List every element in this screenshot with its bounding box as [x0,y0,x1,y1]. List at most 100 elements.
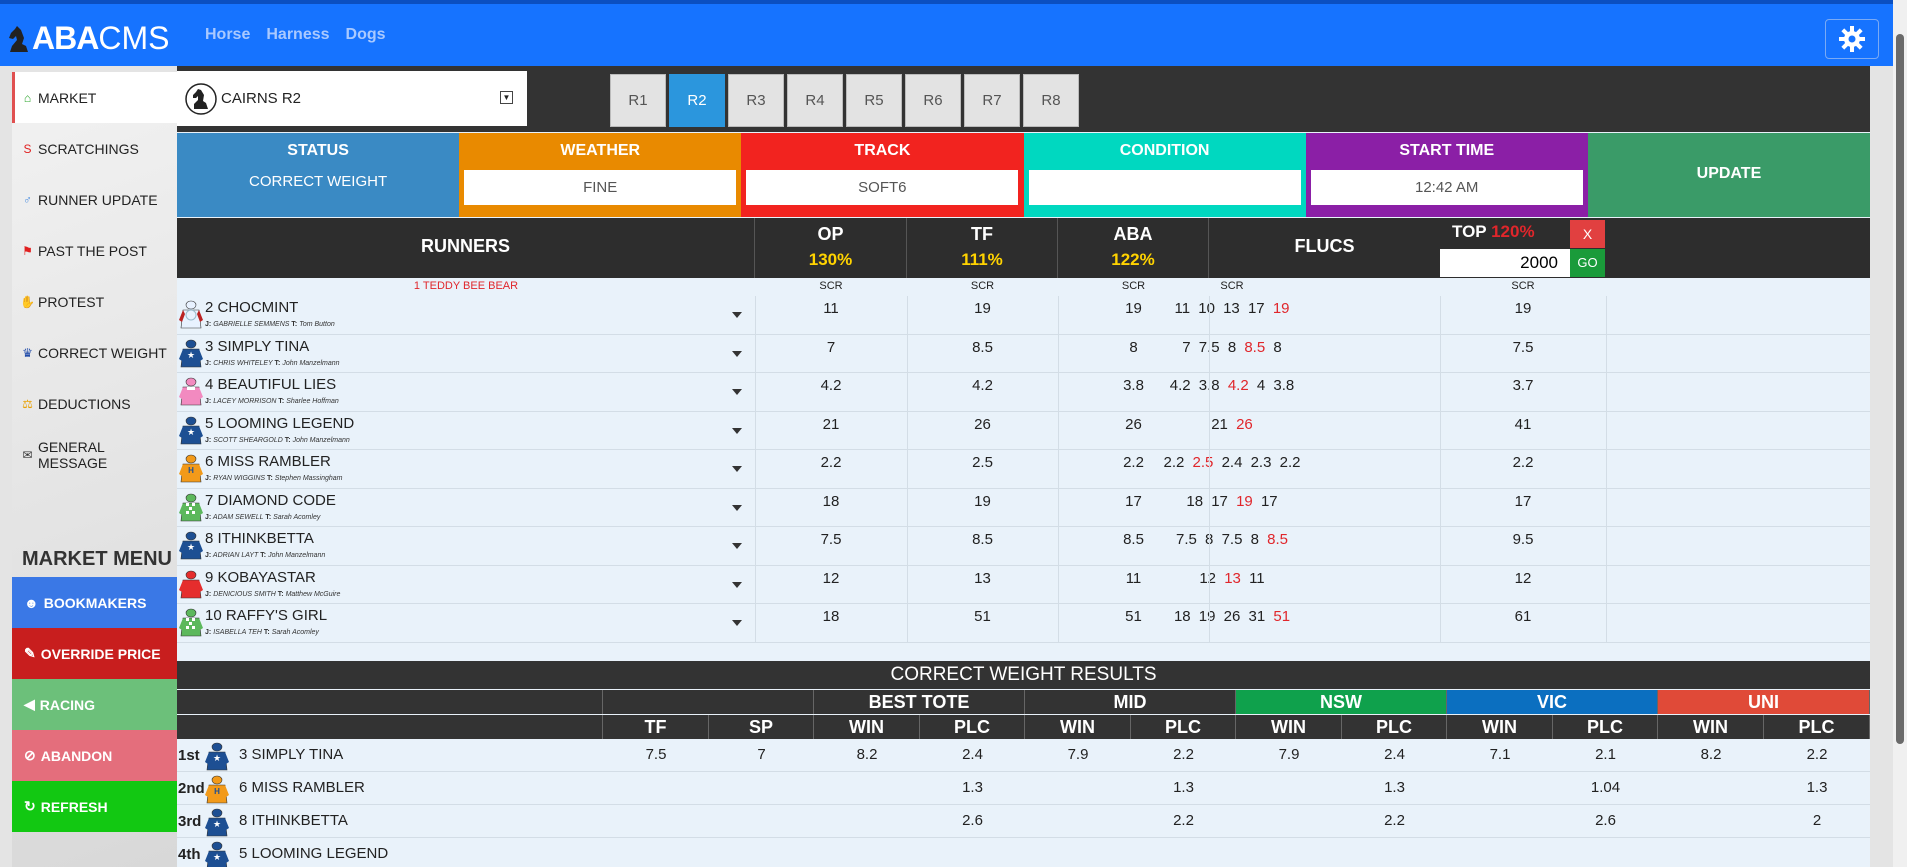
cw-uni-plc-value: 2 [1812,812,1822,829]
abandon-button[interactable]: ⊘ ABANDON [12,730,177,781]
nav-horse[interactable]: Horse [205,26,250,44]
op-value: 18 [822,608,840,625]
cw-position: 4th [178,846,201,863]
sidebar-item-scratchings[interactable]: S SCRATCHINGS [12,123,177,174]
svg-text:★: ★ [187,350,195,360]
weather-input[interactable] [464,170,737,205]
status-value: CORRECT WEIGHT [249,173,388,190]
runner-dropdown-icon[interactable] [732,466,742,472]
sidebar-item-runner-update[interactable]: ♂ RUNNER UPDATE [12,174,177,225]
fluc-value: 7 [1182,338,1191,356]
runner-name: 10 RAFFY'S GIRL [205,607,328,624]
runner-row: 2 CHOCMINT J: GABRIELLE SEMMENS T: Tom Bu… [177,296,1870,335]
tab-r6[interactable]: R6 [905,74,961,127]
jockey-trainer: J: DENICIOUS SMITH T: Matthew McGuire [205,590,341,598]
aba-cms-logo[interactable]: ABA CMS [6,20,169,57]
tab-r5[interactable]: R5 [846,74,902,127]
fluc-value: 4.2 [1169,377,1191,394]
horse-chess-icon [9,25,28,52]
op-value: 11 [823,300,839,317]
jockey-trainer: J: CHRIS WHITELEY T: John Manzelmann [205,359,340,367]
sidebar-item-market[interactable]: ⌂ MARKET [12,72,177,123]
runners-table-header: RUNNERS OP 130% TF 111% ABA 122% FLUCS TOP … [177,218,1870,278]
jockey-silk-icon: H [202,775,232,805]
fluc-value: 7.5 [1221,531,1243,548]
flucs-values: 11 10 13 17 19 [1022,300,1442,317]
sidebar-item-label: PAST THE POST [38,242,147,259]
runner-dropdown-icon[interactable] [732,350,742,357]
runner-dropdown-icon[interactable] [732,581,742,588]
top-clear-button[interactable]: X [1570,220,1605,248]
jockey-silk-icon: ★ [202,808,232,838]
tab-r3[interactable]: R3 [728,74,784,127]
flucs-values: 18 19 26 31 51 [1022,608,1442,625]
gear-icon [1839,26,1865,52]
jockey-name: RYAN WIGGINS [213,475,266,482]
flucs-values: 4.2 3.8 4.2 4 3.8 [1022,377,1442,394]
sidebar-item-past-the-post[interactable]: ⚑ PAST THE POST [12,225,177,276]
runner-dropdown-icon[interactable] [732,312,742,318]
cw-bt-plc-value: 2.4 [962,746,983,763]
tab-r1[interactable]: R1 [610,74,666,127]
fluc-value: 8 [1273,338,1282,356]
update-button[interactable]: UPDATE [1587,133,1871,217]
nav-dogs[interactable]: Dogs [346,26,386,44]
track-input[interactable] [746,170,1019,205]
condition-input[interactable] [1028,170,1301,205]
sidebar-item-deductions[interactable]: ⚖ DEDUCTIONS [12,378,177,429]
runner-name: 9 KOBAYASTAR [205,568,316,586]
nav-harness[interactable]: Harness [266,26,329,44]
runner-name: 3 SIMPLY TINA [205,337,310,355]
top-go-button[interactable]: GO [1570,249,1605,277]
fluc-value: 2.2 [1279,454,1301,471]
tab-r4[interactable]: R4 [787,74,843,127]
jockey-silk-icon [179,300,203,330]
scrollbar-thumb[interactable] [1896,34,1904,744]
jockey-name: ADAM SEWELL [212,513,264,521]
sidebar-item-label: DEDUCTIONS [38,395,131,412]
sidebar-item-protest[interactable]: ✋ PROTEST [12,276,177,327]
runner-dropdown-icon[interactable] [732,427,742,434]
override-price-button[interactable]: ✎ OVERRIDE PRICE [12,628,177,679]
scrollbar[interactable] [1893,0,1907,867]
fluc-value: 19 [1236,492,1253,510]
settings-button[interactable] [1825,19,1879,59]
track-panel: TRACK [741,133,1024,217]
flucs-values: 2.2 2.5 2.4 2.3 2.2 [1022,454,1442,471]
fluc-value: 4.2 [1227,377,1249,394]
race-bar: CAIRNS R2 ▼ R1 R2 R3 R4 R5 R6 R7 R8 [177,66,1870,132]
cw-sub-header: TF SP WIN PLC WIN PLC WIN PLC WIN PLC WIN PLC [177,715,1870,739]
tab-r8[interactable]: R8 [1023,74,1079,127]
cw-col-plc-header: PLC [1342,715,1447,739]
runner-row: 4 BEAUTIFUL LIES J: LACEY MORRISON T: Sha… [177,373,1870,412]
racing-button[interactable]: ◀ RACING [12,679,177,730]
sidebar-item-correct-weight[interactable]: ♛ CORRECT WEIGHT [12,327,177,378]
top-input[interactable] [1440,249,1570,277]
bookmakers-button[interactable]: ☻ BOOKMAKERS [12,577,177,628]
fluc-value: 2.4 [1221,454,1243,471]
cw-uni-win-value: 8.2 [1700,746,1722,763]
top-value: 3.7 [1512,377,1534,394]
cw-col-win-header: WIN [1658,715,1764,739]
runner-dropdown-icon[interactable] [732,504,742,511]
jockey-name: ADRIAN LAYT [212,552,259,559]
runner-dropdown-icon[interactable] [732,620,742,626]
svg-text:H: H [188,466,194,475]
runner-dropdown-icon[interactable] [732,389,742,395]
sidebar-item-general-message[interactable]: ✉ GENERAL MESSAGE [12,429,177,480]
tab-r7[interactable]: R7 [964,74,1020,127]
sidebar-item-label: RUNNER UPDATE [38,191,158,208]
tab-r2[interactable]: R2 [669,74,725,127]
race-select[interactable]: CAIRNS R2 ▼ [177,71,527,126]
fluc-value: 19 [1198,608,1216,625]
refresh-button[interactable]: ↻ REFRESH [12,781,177,832]
cw-col-plc-header: PLC [920,715,1025,739]
cw-col-sp-header: SP [709,715,814,739]
start-time-input[interactable] [1310,170,1583,205]
users-icon: ☻ [24,594,39,611]
runner-row: 7 DIAMOND CODE J: ADAM SEWELL T: Sarah Ac… [177,488,1870,527]
runner-dropdown-icon[interactable] [732,543,742,549]
cw-group-header: BEST TOTE MID NSW VIC UNI [177,690,1870,714]
fluc-value: 2.5 [1192,454,1214,471]
runner-row: ★ 8 ITHINKBETTA J: ADRIAN LAYT T: John Man… [177,527,1870,566]
